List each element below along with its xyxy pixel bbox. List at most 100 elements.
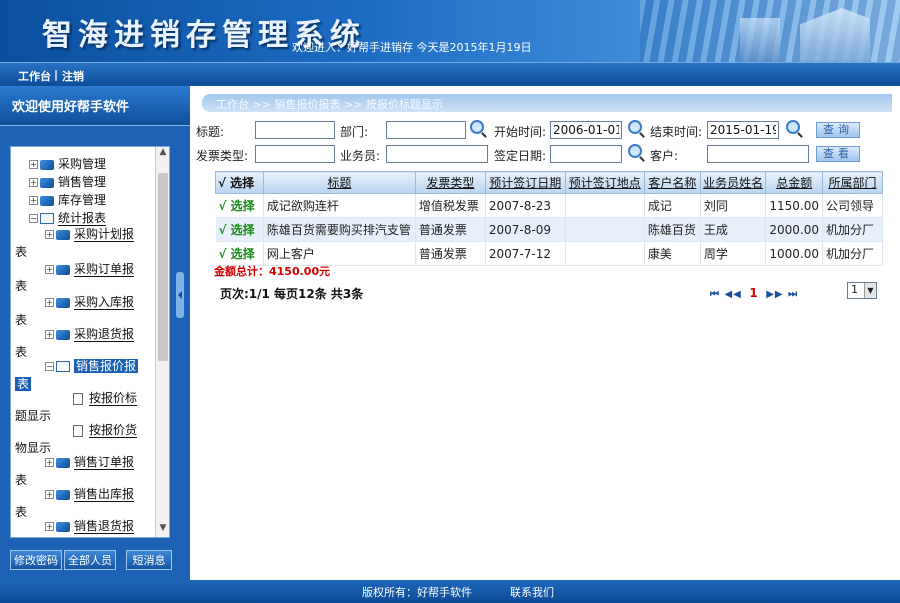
col-header-department[interactable]: 所属部门 <box>822 171 883 194</box>
expand-icon[interactable]: + <box>45 230 54 239</box>
col-header-sign-place[interactable]: 预计签订地点 <box>564 171 645 194</box>
collapse-icon[interactable]: − <box>29 214 38 223</box>
breadcrumb: 工作台 >> 销售报价报表 >> 按报价标题显示 <box>202 94 892 112</box>
expand-icon[interactable]: + <box>45 490 54 499</box>
prev-page-icon[interactable]: ◀◀ <box>724 289 741 300</box>
tree-item-purchase-plan-report[interactable]: + 采购计划报 <box>45 225 135 242</box>
customer-input[interactable] <box>707 145 809 163</box>
dept-label: 部门: <box>340 125 369 139</box>
expand-icon[interactable]: + <box>29 160 38 169</box>
select-link[interactable]: √ 选择 <box>215 217 264 242</box>
table-row[interactable]: √ 选择 陈雄百货需要购买排汽支管 普通发票 2007-8-09 陈雄百货 王成… <box>215 217 883 242</box>
col-header-amount[interactable]: 总金额 <box>765 171 824 194</box>
col-header-select[interactable]: √ 选择 <box>215 171 264 194</box>
calendar-search-icon[interactable] <box>628 120 642 134</box>
col-header-invoice-type[interactable]: 发票类型 <box>414 171 486 194</box>
folder-icon <box>56 329 70 340</box>
scroll-up-icon[interactable]: ▲ <box>157 147 169 161</box>
expand-icon[interactable]: + <box>45 330 54 339</box>
page-select[interactable]: 1 ▼ <box>847 282 877 299</box>
dept-input[interactable] <box>386 121 466 139</box>
top-menubar: 工作台 | 注销 <box>0 62 900 86</box>
current-page-number[interactable]: 1 <box>746 286 761 300</box>
tree-item-sales-return-report[interactable]: + 销售退货报 <box>45 517 135 534</box>
sidebar: 欢迎使用好帮手软件 + 采购管理 + 销售管理 + 库存管理 − 统计报表 + 采购计划报… <box>0 86 190 580</box>
expand-icon[interactable]: + <box>45 458 54 467</box>
tree-item-purchase-order-report[interactable]: + 采购订单报 <box>45 260 135 277</box>
all-staff-button[interactable]: 全部人员 <box>64 550 116 570</box>
tree-item-by-quote-title[interactable]: 按报价标 <box>73 389 138 406</box>
cell-invoice-type: 普通发票 <box>415 217 486 242</box>
invoice-type-input[interactable] <box>255 145 335 163</box>
cell-amount: 1000.00 <box>765 241 824 266</box>
welcome-text: 欢迎进入：好帮手进销存 今天是2015年1月19日 <box>292 41 532 54</box>
sidebar-collapse-toggle[interactable] <box>176 272 184 318</box>
title-input[interactable] <box>255 121 335 139</box>
scroll-down-icon[interactable]: ▼ <box>157 523 169 537</box>
calendar-search-icon[interactable] <box>786 120 800 134</box>
select-link[interactable]: √ 选择 <box>215 241 264 266</box>
scrollbar-thumb[interactable] <box>158 173 168 361</box>
first-page-icon[interactable]: ⏮ <box>710 289 720 300</box>
collapse-icon[interactable]: − <box>45 362 54 371</box>
tree-item-wrap: 表 <box>15 313 28 327</box>
tree-item-wrap: 表 <box>15 473 28 487</box>
contact-us-link[interactable]: 联系我们 <box>510 584 554 600</box>
col-header-customer[interactable]: 客户名称 <box>643 171 701 194</box>
tree-item-sales-order-report[interactable]: + 销售订单报 <box>45 453 135 470</box>
tree-item-purchase-inbound-report[interactable]: + 采购入库报 <box>45 293 135 310</box>
col-header-title[interactable]: 标题 <box>262 171 416 194</box>
last-page-icon[interactable]: ⏭ <box>788 289 798 300</box>
expand-icon[interactable]: + <box>29 178 38 187</box>
open-book-icon <box>56 361 70 372</box>
start-time-input[interactable] <box>550 121 622 139</box>
tree-item-purchase[interactable]: + 采购管理 <box>29 155 106 172</box>
folder-icon <box>56 489 70 500</box>
folder-icon <box>40 177 54 188</box>
query-button[interactable]: 查询 <box>816 122 860 138</box>
document-icon <box>73 392 83 405</box>
sign-date-input[interactable] <box>550 145 622 163</box>
cell-clerk: 刘同 <box>700 193 767 218</box>
clerk-label: 业务员: <box>340 149 381 163</box>
expand-icon[interactable]: + <box>45 265 54 274</box>
end-time-input[interactable] <box>707 121 779 139</box>
cell-department: 机加分厂 <box>822 241 883 266</box>
sign-date-label: 签定日期: <box>494 149 547 163</box>
col-header-clerk[interactable]: 业务员姓名 <box>699 171 767 194</box>
view-button[interactable]: 查看 <box>816 146 860 162</box>
folder-icon <box>56 297 70 308</box>
tree-item-sales[interactable]: + 销售管理 <box>29 173 106 190</box>
col-header-sign-date[interactable]: 预计签订日期 <box>484 171 566 194</box>
tree-scrollbar[interactable]: ▲ ▼ <box>155 147 169 537</box>
main-content: 工作台 >> 销售报价报表 >> 按报价标题显示 标题: 部门: 开始时间: 结… <box>190 86 900 580</box>
search-icon[interactable] <box>470 120 484 134</box>
calendar-search-icon[interactable] <box>628 144 642 158</box>
header-banner: 智海进销存管理系统 欢迎进入：好帮手进销存 今天是2015年1月19日 <box>0 0 900 62</box>
clerk-input[interactable] <box>386 145 488 163</box>
folder-icon <box>40 195 54 206</box>
tree-item-sales-quote-report[interactable]: − 销售报价报 <box>45 357 139 374</box>
select-link[interactable]: √ 选择 <box>215 193 264 218</box>
tree-item-reports[interactable]: − 统计报表 <box>29 209 107 226</box>
title-label: 标题: <box>196 125 225 139</box>
tree-item-inventory[interactable]: + 库存管理 <box>29 191 106 208</box>
folder-icon <box>56 264 70 275</box>
tree-item-purchase-return-report[interactable]: + 采购退货报 <box>45 325 135 342</box>
cell-customer: 康美 <box>644 241 701 266</box>
table-row[interactable]: √ 选择 网上客户 普通发票 2007-7-12 康美 周学 1000.00 机… <box>215 241 883 266</box>
change-password-button[interactable]: 修改密码 <box>10 550 62 570</box>
menu-workbench-link[interactable]: 工作台 <box>18 68 51 84</box>
messages-button[interactable]: 短消息 <box>126 550 172 570</box>
next-page-icon[interactable]: ▶▶ <box>766 289 783 300</box>
chevron-down-icon[interactable]: ▼ <box>864 283 876 298</box>
tree-item-by-quote-goods[interactable]: 按报价货 <box>73 421 138 438</box>
tree-item-sales-outbound-report[interactable]: + 销售出库报 <box>45 485 135 502</box>
expand-icon[interactable]: + <box>45 522 54 531</box>
table-row[interactable]: √ 选择 成记欲购连杆 增值税发票 2007-8-23 成记 刘同 1150.0… <box>215 193 883 218</box>
menu-logout-link[interactable]: 注销 <box>62 68 84 84</box>
expand-icon[interactable]: + <box>29 196 38 205</box>
expand-icon[interactable]: + <box>45 298 54 307</box>
table-header-row: √ 选择 标题 发票类型 预计签订日期 预计签订地点 客户名称 业务员姓名 总金… <box>215 171 883 194</box>
footer: 版权所有：好帮手软件 联系我们 <box>0 580 900 603</box>
